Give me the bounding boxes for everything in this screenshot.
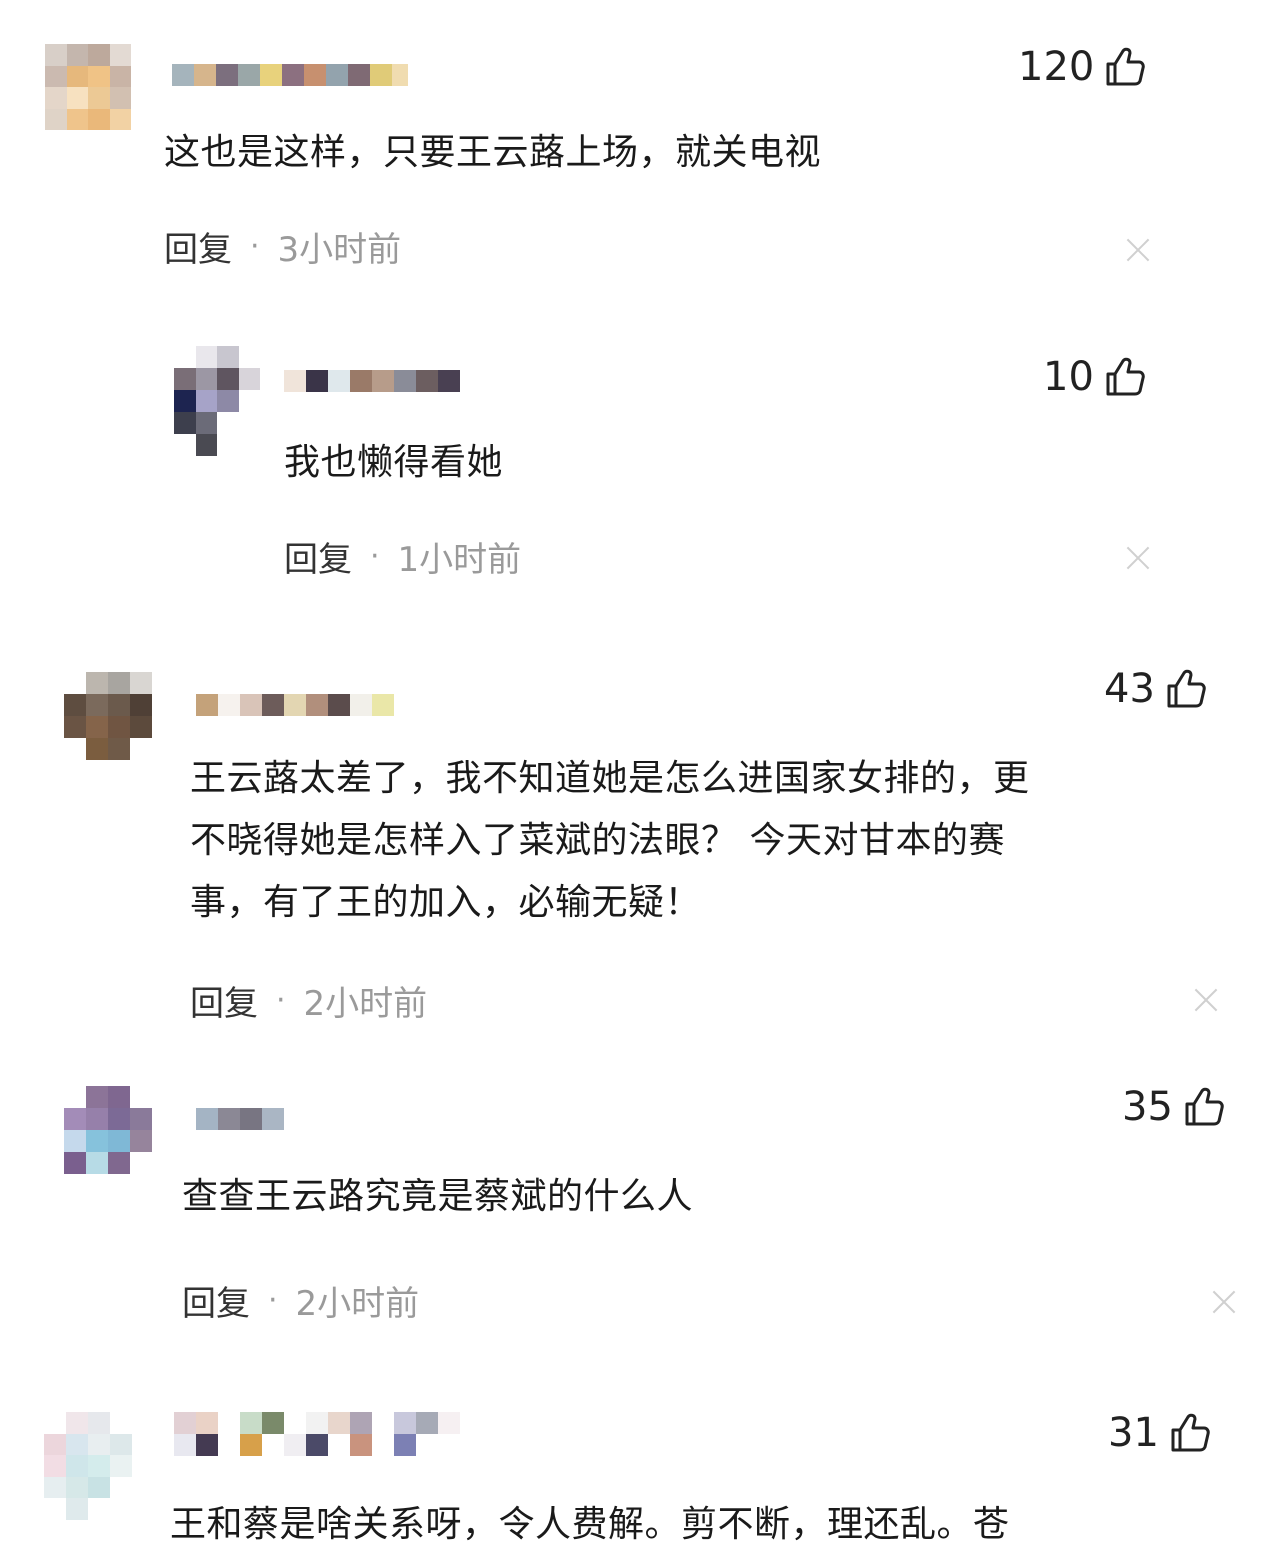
username-redacted[interactable] xyxy=(174,1412,460,1456)
comment-text: 王和蔡是啥关系呀，令人费解。剪不断，理还乱。苍 xyxy=(170,1504,1010,1545)
avatar[interactable] xyxy=(44,1412,132,1520)
like-count: 31 xyxy=(1108,1410,1159,1456)
like-button[interactable]: 31 xyxy=(1108,1410,1211,1456)
comment-item: 31 王和蔡是啥关系呀，令人费解。剪不断，理还乱。苍 xyxy=(0,0,1279,1554)
thumbs-up-icon xyxy=(1169,1412,1211,1454)
